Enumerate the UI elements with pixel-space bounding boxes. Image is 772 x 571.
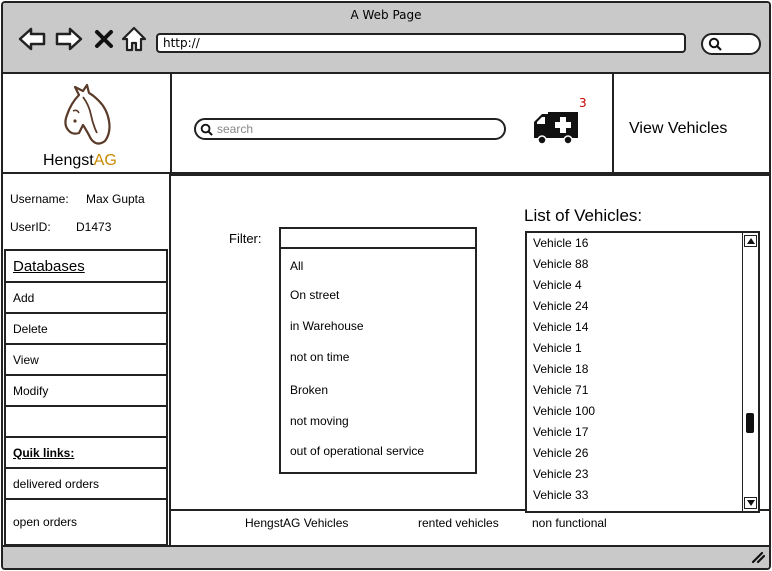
ambulance-icon [534, 112, 578, 145]
list-item[interactable]: Vehicle 71 [533, 383, 588, 397]
filter-option-out-of-service[interactable]: out of operational service [290, 444, 424, 458]
vehicle-list-title: List of Vehicles: [524, 206, 643, 225]
home-icon [121, 26, 147, 52]
browser-search-field[interactable] [701, 33, 761, 55]
home-button[interactable] [119, 25, 149, 53]
filter-option-broken[interactable]: Broken [290, 383, 328, 397]
back-button[interactable] [17, 25, 47, 53]
ambulance-notifications-button[interactable] [532, 110, 580, 149]
list-item[interactable]: Vehicle 33 [533, 488, 588, 502]
filter-option-not-on-time[interactable]: not on time [290, 350, 349, 364]
logo-area: HengstAG [3, 74, 172, 174]
list-item[interactable]: Vehicle 4 [533, 278, 582, 292]
close-icon [95, 30, 113, 48]
footer-links: HengstAG Vehicles rented vehicles non fu… [169, 511, 769, 545]
sidebar-menu: Databases Add Delete View Modify Quik li… [4, 249, 168, 546]
filter-option-not-moving[interactable]: not moving [290, 414, 349, 428]
userid-row: UserID: D1473 [10, 220, 111, 234]
window-title: A Web Page [350, 8, 422, 22]
browser-window: A Web Page http:// HengstAG search 3 Vie… [1, 1, 771, 570]
url-bar[interactable]: http:// [156, 33, 686, 53]
main-content: Filter: All On street in Warehouse not o… [169, 174, 769, 513]
scroll-up-button[interactable] [744, 235, 757, 247]
list-item[interactable]: Vehicle 88 [533, 257, 588, 271]
username-row: Username: Max Gupta [10, 192, 145, 206]
stop-button[interactable] [89, 25, 119, 53]
vehicle-list: Vehicle 16 Vehicle 88 Vehicle 4 Vehicle … [525, 231, 760, 513]
list-item[interactable]: Vehicle 14 [533, 320, 588, 334]
triangle-down-icon [746, 500, 755, 506]
user-info-panel: Username: Max Gupta UserID: D1473 [3, 174, 169, 250]
search-input[interactable] [217, 122, 497, 136]
browser-chrome: A Web Page http:// [3, 3, 769, 74]
scroll-down-button[interactable] [744, 497, 757, 509]
userid-label: UserID: [10, 220, 51, 234]
footer-link-rented-vehicles[interactable]: rented vehicles [418, 516, 499, 530]
scroll-thumb[interactable] [746, 413, 754, 433]
userid-value: D1473 [76, 220, 112, 234]
list-item[interactable]: Vehicle 17 [533, 425, 588, 439]
notification-badge: 3 [579, 96, 587, 110]
footer-link-non-functional[interactable]: non functional [532, 516, 607, 530]
horse-logo-icon [64, 83, 111, 145]
filter-dropdown[interactable] [279, 227, 477, 249]
list-item[interactable]: Vehicle 26 [533, 446, 588, 460]
forward-button[interactable] [54, 25, 84, 53]
filter-label: Filter: [229, 231, 262, 246]
filter-option-all[interactable]: All [290, 259, 303, 273]
list-item[interactable]: Vehicle 23 [533, 467, 588, 481]
list-item[interactable]: Vehicle 18 [533, 362, 588, 376]
status-bar [3, 545, 769, 568]
vehicle-list-scrollbar[interactable] [742, 233, 758, 511]
view-vehicles-link[interactable]: View Vehicles [612, 74, 769, 174]
sidebar-link-delivered-orders[interactable]: delivered orders [6, 469, 166, 500]
sidebar-item-delete[interactable]: Delete [6, 314, 166, 345]
header-bar: 3 [172, 74, 612, 174]
list-item[interactable]: Vehicle 100 [533, 404, 595, 418]
filter-option-on-street[interactable]: On street [290, 288, 339, 302]
company-logo-text: HengstAG [43, 152, 117, 169]
search-icon [200, 123, 213, 136]
forward-arrow-icon [55, 27, 83, 51]
search-icon [708, 37, 722, 51]
username-label: Username: [10, 192, 69, 206]
sidebar-item-modify[interactable]: Modify [6, 376, 166, 407]
search-box[interactable] [194, 118, 506, 140]
footer-link-hengstag-vehicles[interactable]: HengstAG Vehicles [245, 516, 348, 530]
quik-links-heading: Quik links: [6, 438, 166, 469]
sidebar-item-add[interactable]: Add [6, 283, 166, 314]
filter-options-list: All On street in Warehouse not on time B… [279, 249, 477, 474]
sidebar-link-open-orders[interactable]: open orders [6, 500, 166, 546]
resize-grip-icon[interactable] [751, 551, 765, 563]
list-item[interactable]: Vehicle 24 [533, 299, 588, 313]
view-vehicles-label: View Vehicles [629, 120, 728, 137]
username-value: Max Gupta [86, 192, 145, 206]
list-item[interactable]: Vehicle 16 [533, 236, 588, 250]
sidebar-spacer [6, 407, 166, 438]
back-arrow-icon [18, 27, 46, 51]
sidebar-item-view[interactable]: View [6, 345, 166, 376]
list-item[interactable]: Vehicle 1 [533, 341, 582, 355]
triangle-up-icon [746, 238, 755, 244]
databases-heading: Databases [6, 251, 166, 283]
filter-option-in-warehouse[interactable]: in Warehouse [290, 319, 364, 333]
